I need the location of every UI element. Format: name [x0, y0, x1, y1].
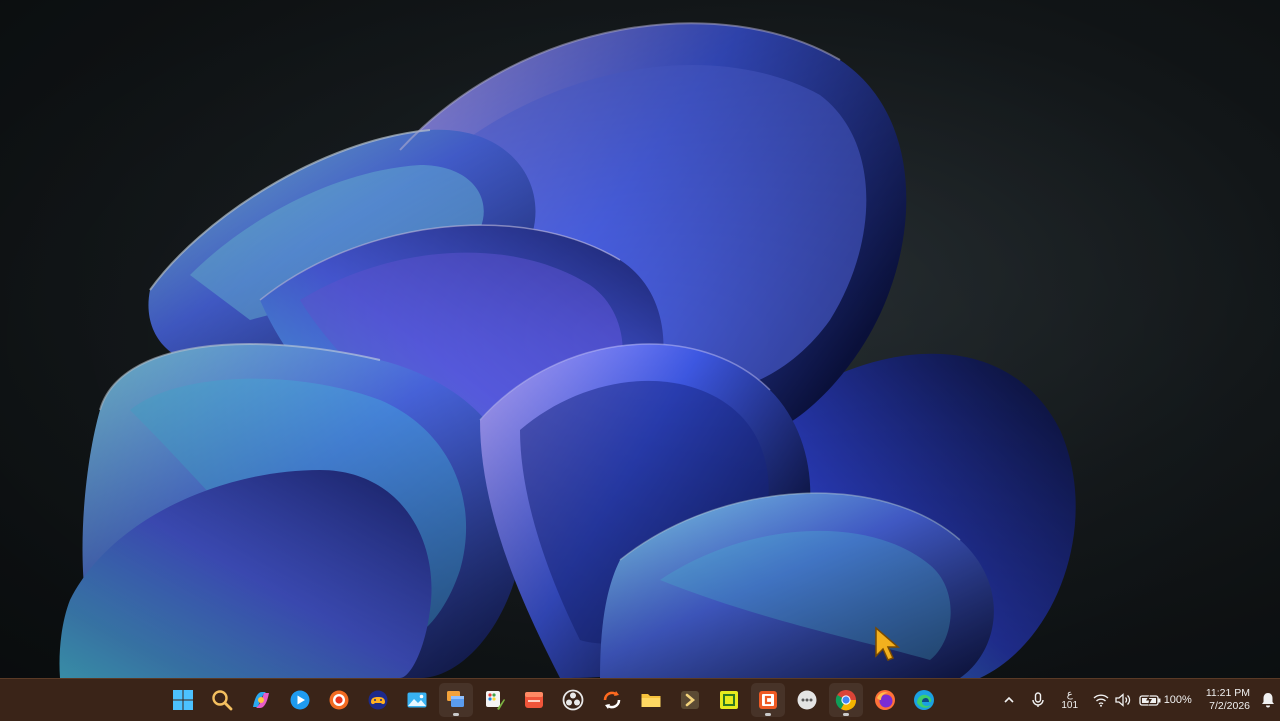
- sync-app-button[interactable]: [595, 683, 629, 717]
- clock-time: 11:21 PM: [1205, 687, 1250, 699]
- paint-button[interactable]: [478, 683, 512, 717]
- chevron-up-icon: [1004, 696, 1014, 703]
- firefox-button[interactable]: [868, 683, 902, 717]
- copilot-icon: [253, 692, 269, 708]
- start-button[interactable]: [166, 683, 200, 717]
- language-code: 101: [1061, 700, 1079, 711]
- windows-logo-icon: [173, 690, 193, 710]
- battery-percentage: 100%: [1163, 694, 1192, 706]
- running-indicator: [843, 713, 849, 716]
- gamepad-app-button[interactable]: [361, 683, 395, 717]
- play-icon: [290, 690, 310, 710]
- language-script: ع: [1066, 689, 1073, 700]
- media-player-button[interactable]: [283, 683, 317, 717]
- task-view-app-button[interactable]: [439, 683, 473, 717]
- edge-button[interactable]: [907, 683, 941, 717]
- clock[interactable]: 11:21 PM 7/2/2026: [1206, 683, 1250, 717]
- copilot-button[interactable]: [244, 683, 278, 717]
- show-hidden-icons-button[interactable]: [995, 683, 1023, 717]
- chrome-button[interactable]: [829, 683, 863, 717]
- volume-icon: [1115, 693, 1130, 707]
- running-indicator: [765, 713, 771, 716]
- language-indicator[interactable]: ع 101: [1053, 683, 1087, 717]
- running-indicator: [453, 713, 459, 716]
- chat-app-button[interactable]: [790, 683, 824, 717]
- quick-settings-button[interactable]: 100%: [1093, 683, 1192, 717]
- codec-app-button[interactable]: [751, 683, 785, 717]
- code-app-icon: [759, 691, 777, 709]
- notes-app-button[interactable]: [712, 683, 746, 717]
- taskbar-apps: [166, 679, 941, 721]
- photos-icon: [407, 692, 427, 708]
- chrome-icon: [835, 690, 857, 711]
- terminal-arrow-icon: [681, 691, 699, 709]
- mouse-cursor-icon: [875, 626, 900, 661]
- system-tray: ع 101 100% 11:21 PM 7/2/2026: [995, 679, 1280, 721]
- wifi-icon: [1093, 694, 1109, 707]
- gamepad-icon: [368, 690, 388, 710]
- microphone-icon: [1031, 692, 1044, 707]
- obs-icon: [562, 689, 584, 711]
- photos-button[interactable]: [400, 683, 434, 717]
- search-button[interactable]: [205, 683, 239, 717]
- obs-button[interactable]: [556, 683, 590, 717]
- paint-icon: [486, 691, 505, 710]
- notifications-button[interactable]: [1256, 683, 1280, 717]
- folder-icon: [641, 694, 661, 707]
- record-app-button[interactable]: [322, 683, 356, 717]
- video-editor-icon: [525, 692, 543, 708]
- firefox-icon: [875, 690, 895, 710]
- notification-bell-icon: [1262, 693, 1274, 708]
- note-icon: [720, 691, 738, 709]
- clipchamp-button[interactable]: [517, 683, 551, 717]
- chat-bubble-icon: [797, 690, 817, 710]
- search-icon: [212, 690, 233, 711]
- desktop: [0, 0, 1280, 678]
- battery-charging-icon: [1139, 694, 1161, 706]
- edge-icon: [914, 690, 934, 710]
- clock-date: 7/2/2026: [1209, 700, 1250, 712]
- windows-stack-icon: [447, 691, 464, 707]
- sync-icon: [603, 691, 621, 709]
- microphone-button[interactable]: [1023, 683, 1053, 717]
- file-explorer-button[interactable]: [634, 683, 668, 717]
- dev-app-button[interactable]: [673, 683, 707, 717]
- taskbar: ع 101 100% 11:21 PM 7/2/2026: [0, 678, 1280, 721]
- bloom-wallpaper: [0, 0, 1280, 678]
- record-icon: [329, 690, 349, 710]
